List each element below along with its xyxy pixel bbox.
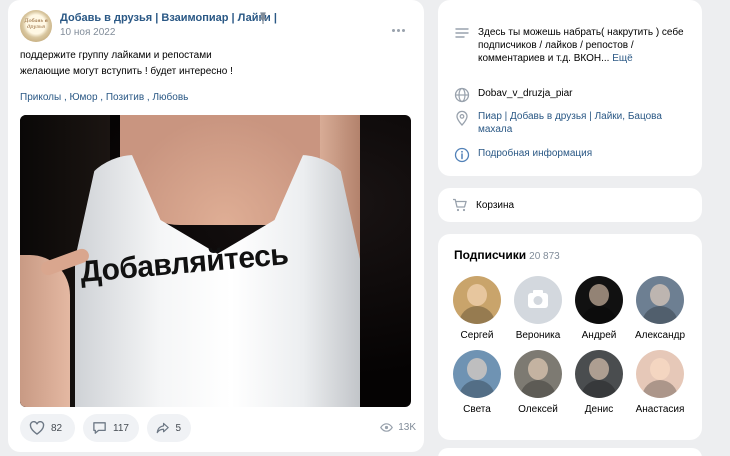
subscriber-item[interactable]: Света (446, 350, 508, 415)
subscriber-item[interactable]: Денис (568, 350, 630, 415)
location-pin-icon (456, 110, 468, 126)
subscriber-avatar[interactable] (453, 350, 501, 398)
subscriber-name: Света (463, 404, 491, 415)
post-date[interactable]: 10 ноя 2022 (60, 27, 115, 38)
cart-label: Корзина (476, 200, 515, 211)
website-text: Dobav_v_druzja_piar (478, 88, 573, 99)
subscriber-item[interactable]: Олексей (507, 350, 569, 415)
subscriber-avatar[interactable] (575, 350, 623, 398)
subscriber-name: Александр (634, 330, 686, 341)
subscriber-name: Вероника (515, 330, 561, 341)
globe-icon (454, 87, 470, 103)
subscribers-label: Подписчики (454, 248, 527, 262)
more-options-icon[interactable] (392, 19, 408, 32)
subscriber-avatar[interactable] (514, 350, 562, 398)
comment-icon (93, 422, 106, 434)
community-description: Здесь ты можешь набрать( накрутить ) себ… (478, 26, 692, 65)
subscribers-count: 20 873 (529, 251, 560, 262)
share-icon (156, 422, 169, 434)
subscriber-item[interactable]: Александр (629, 276, 691, 341)
heart-icon (29, 421, 45, 435)
comment-button[interactable]: 117 (83, 414, 139, 442)
post-text-line: желающие могут вступить ! будет интересн… (20, 66, 233, 77)
details-link[interactable]: Подробная информация (478, 147, 692, 160)
community-avatar[interactable]: Добавь в друзья (20, 10, 52, 42)
show-more-link[interactable]: Ещё (612, 53, 632, 64)
subscriber-avatar[interactable] (514, 276, 562, 324)
community-name-link[interactable]: Добавь в друзья | Взаимопиар | Лайки | (60, 12, 277, 24)
post-card: Добавь в друзья Добавь в друзья | Взаимо… (8, 0, 424, 452)
subscriber-item[interactable]: Андрей (568, 276, 630, 341)
subscriber-item[interactable]: Анастасия (629, 350, 691, 415)
info-icon (454, 147, 470, 163)
like-count: 82 (51, 422, 63, 434)
next-card (438, 448, 702, 456)
subscriber-name: Олексей (518, 404, 558, 415)
eye-icon (380, 423, 394, 432)
subscriber-avatar[interactable] (636, 350, 684, 398)
pin-icon (258, 12, 268, 24)
share-button[interactable]: 5 (147, 414, 191, 442)
post-tags-link[interactable]: Приколы , Юмор , Позитив , Любовь (20, 92, 188, 103)
subscribers-title[interactable]: Подписчики 20 873 (454, 248, 560, 262)
subscriber-avatar[interactable] (636, 276, 684, 324)
subscriber-name: Андрей (581, 330, 617, 341)
post-text: поддержите группу лайками и репостами же… (20, 48, 233, 80)
description-tail: ВКОН... (573, 53, 610, 64)
cart-card[interactable]: Корзина (438, 188, 702, 222)
avatar-caption: Добавь в друзья (24, 18, 48, 30)
subscriber-name: Анастасия (635, 404, 685, 415)
views-counter: 13K (380, 422, 416, 433)
subscribers-card: Подписчики 20 873 Сергей Вероника Андрей Але… (438, 234, 702, 440)
post-photo[interactable]: Добавляйтесь (20, 115, 411, 407)
subscriber-item[interactable]: Вероника (507, 276, 569, 341)
description-icon (455, 28, 469, 38)
subscriber-avatar[interactable] (575, 276, 623, 324)
cart-icon (453, 198, 467, 212)
subscriber-name: Денис (584, 404, 614, 415)
camera-icon (528, 290, 548, 308)
subscriber-item[interactable]: Сергей (446, 276, 508, 341)
like-button[interactable]: 82 (20, 414, 75, 442)
subscriber-name: Сергей (460, 330, 494, 341)
views-count: 13K (398, 422, 416, 433)
community-info-card: Здесь ты можешь набрать( накрутить ) себ… (438, 0, 702, 176)
share-count: 5 (175, 422, 181, 434)
address-link[interactable]: Пиар | Добавь в друзья | Лайки, Бацова м… (478, 110, 692, 136)
comment-count: 117 (113, 422, 129, 434)
post-text-line: поддержите группу лайками и репостами (20, 50, 212, 61)
post-actions: 82 117 5 13K (20, 414, 416, 442)
subscriber-avatar[interactable] (453, 276, 501, 324)
